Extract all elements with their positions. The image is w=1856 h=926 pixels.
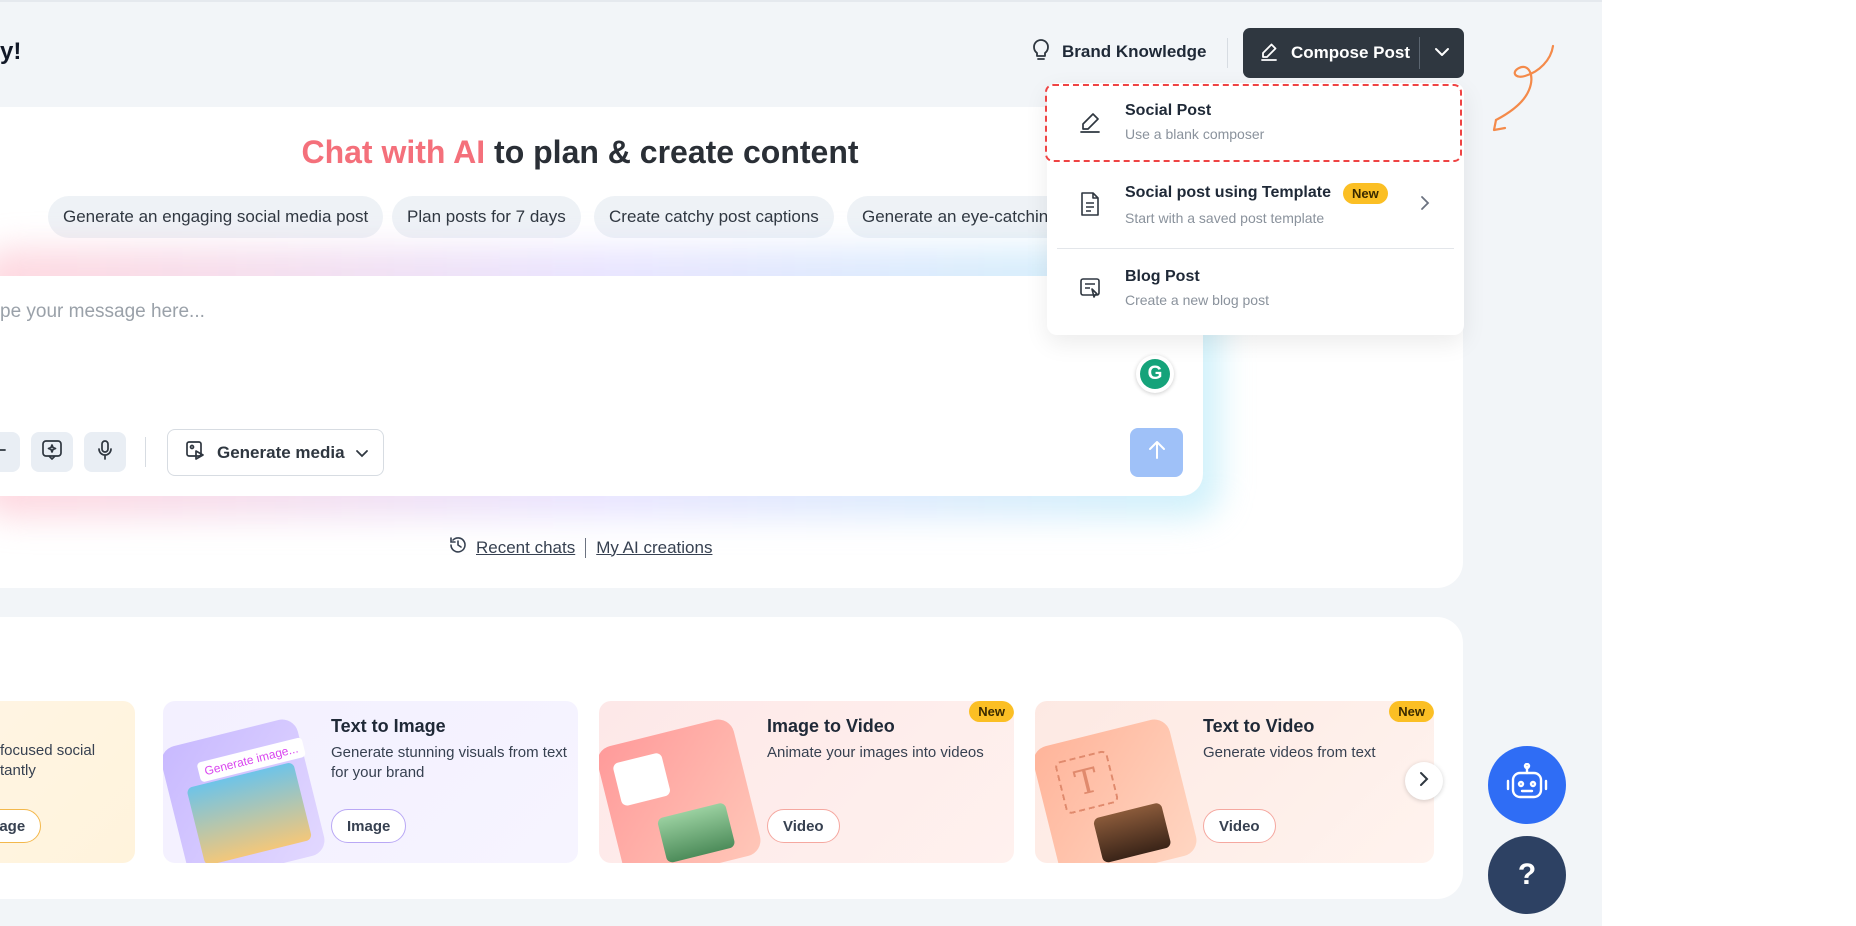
thumbnail-image — [612, 751, 672, 807]
text-to-image-thumbnail: Generate image... — [163, 716, 328, 863]
blog-icon — [1077, 275, 1103, 301]
sparkle-chat-icon — [41, 439, 63, 466]
suggestion-chip[interactable]: Plan posts for 7 days — [392, 196, 581, 238]
message-input-placeholder[interactable]: pe your message here... — [0, 301, 205, 323]
feature-card-text-to-video[interactable]: T Text to Video Generate videos from tex… — [1035, 701, 1434, 863]
my-ai-creations-link[interactable]: My AI creations — [596, 538, 712, 558]
thumbnail-video — [656, 801, 736, 863]
new-badge: New — [1389, 701, 1434, 722]
feature-description: Animate your images into videos — [767, 744, 984, 761]
history-icon — [448, 535, 468, 560]
send-button[interactable] — [1130, 428, 1183, 477]
feature-card[interactable]: focused social tantly mage — [0, 701, 135, 863]
recent-chats-link[interactable]: Recent chats — [476, 538, 575, 558]
feature-card-image-to-video[interactable]: Image to Video Animate your images into … — [599, 701, 1014, 863]
lightbulb-icon — [1030, 38, 1052, 67]
menu-item-text: Social post using Template New Start wit… — [1125, 182, 1388, 226]
feature-card-text-to-image[interactable]: Generate image... Text to Image Generate… — [163, 701, 578, 863]
recent-links: Recent chats My AI creations — [448, 535, 712, 560]
compose-post-label: Compose Post — [1291, 43, 1411, 62]
feature-button[interactable]: Video — [767, 809, 840, 843]
brand-knowledge-label: Brand Knowledge — [1062, 42, 1207, 61]
header-divider — [1227, 38, 1228, 68]
feature-title: Text to Video — [1203, 716, 1315, 736]
grammarly-icon: G — [1140, 359, 1170, 389]
app-root: y! Brand Knowledge Compose Post Chat wit… — [0, 0, 1602, 926]
microphone-icon — [96, 439, 114, 466]
menu-item-blog-post[interactable]: Blog Post Create a new blog post — [1047, 248, 1464, 328]
feature-description: Generate videos from text — [1203, 744, 1376, 761]
top-border — [0, 0, 1602, 2]
generate-media-label: Generate media — [217, 442, 345, 462]
generate-media-dropdown[interactable]: Generate media — [167, 429, 384, 476]
compose-post-button-group: Compose Post — [1243, 28, 1464, 78]
feature-title: Image to Video — [767, 716, 895, 736]
feature-description: focused social tantly — [0, 742, 96, 779]
links-divider — [585, 537, 587, 558]
feature-title: Text to Image — [331, 716, 446, 736]
robot-icon — [1504, 762, 1550, 808]
thumbnail-text-glyph: T — [1053, 749, 1120, 816]
media-icon — [185, 440, 207, 465]
grammarly-button[interactable]: G — [1136, 355, 1174, 393]
arrow-up-icon — [1147, 439, 1167, 466]
feature-button[interactable]: Image — [331, 809, 407, 843]
pencil-icon — [1259, 41, 1279, 66]
text-to-video-thumbnail: T — [1035, 716, 1200, 863]
chat-heading: Chat with AI to plan & create content — [0, 134, 1160, 171]
ai-prompt-button[interactable] — [31, 432, 73, 472]
feature-description: Generate stunning visuals from text for … — [331, 744, 567, 781]
menu-item-social-post-template[interactable]: Social post using Template New Start wit… — [1047, 161, 1464, 247]
compose-dropdown-toggle[interactable] — [1420, 28, 1464, 78]
menu-item-subtitle: Create a new blog post — [1125, 292, 1269, 308]
toolbar-divider — [145, 437, 146, 467]
menu-item-text: Blog Post Create a new blog post — [1125, 268, 1269, 308]
menu-item-title-row: Social post using Template New — [1125, 182, 1388, 204]
suggestion-chip[interactable]: Create catchy post captions — [594, 196, 834, 238]
page-greeting: y! — [0, 38, 22, 65]
suggestion-chips: Generate an engaging social media post P… — [0, 196, 1100, 240]
document-icon — [1077, 191, 1103, 217]
chevron-down-icon — [355, 443, 369, 463]
add-button[interactable] — [0, 432, 20, 472]
heading-rest: to plan & create content — [494, 134, 859, 170]
heading-gradient-part: Chat with AI — [301, 134, 486, 170]
chevron-right-icon — [1419, 771, 1429, 792]
new-badge: New — [969, 701, 1014, 722]
highlight-dashed-box — [1045, 84, 1462, 162]
plus-icon — [0, 442, 7, 463]
new-badge: New — [1342, 182, 1388, 204]
thumbnail-video — [1092, 801, 1172, 863]
brand-knowledge-button[interactable]: Brand Knowledge — [1030, 36, 1207, 68]
compose-post-button[interactable]: Compose Post — [1243, 28, 1419, 78]
microphone-button[interactable] — [84, 432, 126, 472]
chevron-right-icon — [1420, 195, 1430, 216]
menu-item-title: Social post using Template — [1125, 184, 1331, 201]
carousel-next-button[interactable] — [1405, 762, 1443, 800]
image-to-video-thumbnail — [599, 716, 764, 863]
feature-button[interactable]: Video — [1203, 809, 1276, 843]
suggestion-chip[interactable]: Generate an engaging social media post — [48, 196, 384, 238]
ai-assistant-button[interactable] — [1488, 746, 1566, 824]
annotation-arrow-icon — [1492, 44, 1555, 132]
menu-item-subtitle: Start with a saved post template — [1125, 209, 1325, 226]
feature-button[interactable]: mage — [0, 809, 42, 843]
menu-item-title: Blog Post — [1125, 268, 1200, 285]
help-button[interactable]: ? — [1488, 836, 1566, 914]
chevron-down-icon — [1434, 44, 1450, 62]
